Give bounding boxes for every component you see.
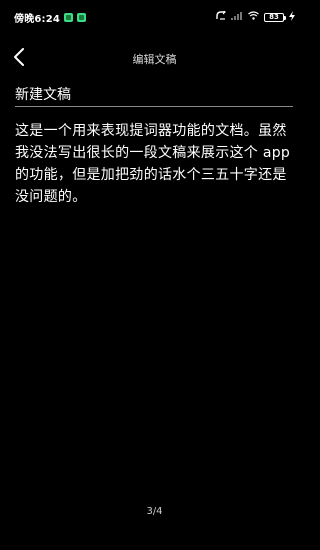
battery-icon: 83 — [264, 12, 286, 22]
notification-app-icon — [77, 12, 87, 22]
notification-app-icon — [64, 12, 74, 22]
charging-icon — [289, 10, 295, 24]
status-time: 傍晚6:24 — [14, 13, 61, 25]
editor-screen: 傍晚6:24 83 编辑文稿 新建文稿 这是一个用来表现提词器功能的文档。虽然我… — [0, 0, 309, 550]
signal-icon — [231, 11, 243, 23]
app-header: 编辑文稿 — [0, 40, 309, 78]
page-title: 编辑文稿 — [132, 53, 177, 66]
data-activity-icon — [216, 9, 226, 23]
document-body-field[interactable]: 这是一个用来表现提词器功能的文档。虽然我没法写出很长的一段文稿来展示这个 app… — [15, 120, 295, 208]
document-title-field[interactable]: 新建文稿 — [15, 85, 293, 107]
status-bar: 傍晚6:24 83 — [0, 0, 309, 34]
wifi-icon — [248, 11, 259, 23]
page-indicator: 3/4 — [146, 506, 163, 517]
status-indicators: 83 — [216, 0, 295, 34]
